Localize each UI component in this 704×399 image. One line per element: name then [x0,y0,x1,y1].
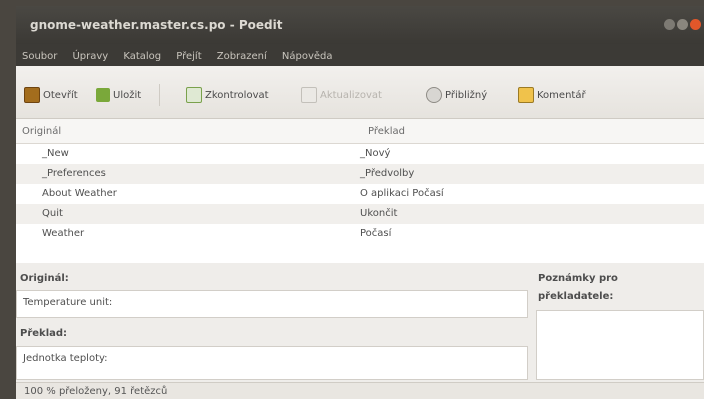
list-item[interactable]: Weather Počasí [16,224,704,244]
list-header: Originál Překlad [16,119,704,144]
folder-icon [24,87,40,103]
row-source: _Preferences [42,168,106,179]
notes-label-line1: Poznámky pro [538,273,618,284]
menu-upravy[interactable]: Úpravy [72,46,108,68]
status-bar: 100 % přeloženy, 91 řetězců [16,382,704,399]
translation-input[interactable]: Jednotka teploty: [16,346,528,380]
window-title: gnome-weather.master.cs.po - Poedit [30,18,283,32]
column-original[interactable]: Originál [22,126,61,137]
menu-napoveda[interactable]: Nápověda [282,46,333,68]
menu-prejit[interactable]: Přejít [176,46,201,68]
row-translation: Počasí [360,228,392,239]
fuzzy-label: Přibližný [445,89,488,101]
notes-box [536,310,704,380]
update-document-icon [301,87,317,103]
column-translation[interactable]: Překlad [368,126,405,137]
row-translation: Ukončit [360,208,398,219]
open-button[interactable]: Otevřít [24,86,78,104]
list-item[interactable]: About Weather O aplikaci Počasí [16,184,704,204]
notes-label-line2: překladatele: [538,291,614,302]
validate-button[interactable]: Zkontrolovat [186,86,269,104]
check-document-icon [186,87,202,103]
comment-button[interactable]: Komentář [518,86,586,104]
save-label: Uložit [113,89,142,101]
original-label: Originál: [20,273,69,284]
toolbar: Otevřít Uložit Zkontrolovat Aktualizovat… [16,66,704,119]
list-item[interactable]: Quit Ukončit [16,204,704,224]
list-item[interactable]: _Preferences _Předvolby [16,164,704,184]
translation-label: Překlad: [20,328,68,339]
list-item[interactable]: _New _Nový [16,144,704,164]
maximize-button[interactable] [677,19,688,30]
row-source: _New [42,148,69,159]
save-button[interactable]: Uložit [96,86,141,104]
update-label: Aktualizovat [320,89,382,101]
menu-zobrazeni[interactable]: Zobrazení [217,46,267,68]
row-translation: O aplikaci Počasí [360,188,444,199]
open-label: Otevřít [43,89,78,101]
menu-soubor[interactable]: Soubor [22,46,57,68]
status-text: 100 % přeloženy, 91 řetězců [24,386,168,397]
titlebar: gnome-weather.master.cs.po - Poedit [16,6,704,44]
update-button[interactable]: Aktualizovat [301,86,382,104]
row-source: Weather [42,228,85,239]
row-source: Quit [42,208,63,219]
menu-katalog[interactable]: Katalog [123,46,161,68]
menubar: Soubor Úpravy Katalog Přejít Zobrazení N… [16,44,704,66]
save-download-icon [96,88,110,102]
original-text: Temperature unit: [16,290,528,318]
fuzzy-icon [426,87,442,103]
poedit-window: gnome-weather.master.cs.po - Poedit Soub… [16,6,704,399]
validate-label: Zkontrolovat [205,89,269,101]
close-button[interactable] [690,19,701,30]
toolbar-separator [159,84,160,106]
comment-edit-icon [518,87,534,103]
minimize-button[interactable] [664,19,675,30]
translation-list[interactable]: Originál Překlad _New _Nový _Preferences… [16,119,704,263]
row-translation: _Nový [360,148,391,159]
row-translation: _Předvolby [360,168,415,179]
fuzzy-button[interactable]: Přibližný [426,86,487,104]
comment-label: Komentář [537,89,586,101]
row-source: About Weather [42,188,117,199]
